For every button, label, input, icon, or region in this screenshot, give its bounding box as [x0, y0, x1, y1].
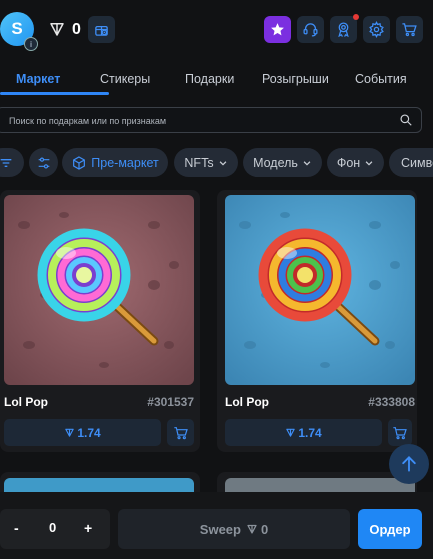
cart-icon: [402, 23, 417, 37]
filter-bar: Пре-маркет NFTs Модель Фон Симво: [0, 148, 433, 178]
search-input[interactable]: [7, 108, 391, 134]
scroll-to-top-button[interactable]: [389, 444, 429, 484]
gift-name: Lol Pop: [225, 395, 269, 409]
main-tabs: Маркет Стикеры Подарки Розыгрыши События: [0, 62, 433, 96]
price-value: 1.74: [298, 425, 322, 440]
model-filter[interactable]: Модель: [243, 148, 322, 177]
ton-icon: [65, 428, 75, 437]
buy-button[interactable]: 1.74: [225, 419, 382, 446]
quantity-value: 0: [49, 520, 57, 535]
sweep-label: Sweep: [199, 521, 241, 537]
bottom-bar: - 0 + Sweep 0 Ордер: [0, 492, 433, 559]
gift-icon: [95, 26, 108, 36]
lollipop-image: [4, 195, 194, 385]
filter-icon: [0, 158, 12, 167]
gift-card[interactable]: Lol Pop #301537 1.74: [0, 190, 200, 452]
gift-image: [225, 195, 415, 385]
chevron-down-icon: [219, 160, 226, 166]
nfts-label: NFTs: [184, 155, 214, 170]
buy-button[interactable]: 1.74: [4, 419, 161, 446]
price-value: 1.74: [77, 425, 101, 440]
sweep-amount: 0: [260, 521, 269, 537]
quantity-stepper: - 0 +: [0, 509, 110, 549]
chevron-down-icon: [303, 160, 311, 166]
search-bar: [0, 107, 422, 134]
symbol-filter[interactable]: Симво: [389, 148, 433, 177]
balance-value: 0: [72, 21, 81, 38]
model-label: Модель: [253, 155, 298, 170]
gift-button[interactable]: [88, 16, 115, 43]
gift-name: Lol Pop: [4, 395, 48, 409]
chevron-down-icon: [365, 160, 373, 166]
background-label: Фон: [336, 155, 361, 170]
order-button[interactable]: Ордер: [358, 509, 422, 549]
add-to-cart-button[interactable]: [167, 419, 194, 446]
headset-icon: [303, 23, 318, 37]
sort-button[interactable]: [0, 148, 24, 177]
background-filter[interactable]: Фон: [327, 148, 384, 177]
active-tab-indicator: [0, 92, 109, 95]
symbol-label: Симво: [401, 155, 433, 170]
cart-button[interactable]: [396, 16, 423, 43]
search-icon[interactable]: [399, 113, 413, 127]
arrow-up-icon: [402, 456, 416, 472]
sweep-button[interactable]: Sweep 0: [118, 509, 350, 549]
ton-icon: [50, 23, 64, 36]
header: S i 0: [0, 0, 433, 60]
cube-icon: [73, 155, 86, 170]
support-button[interactable]: [297, 16, 324, 43]
premarket-label: Пре-маркет: [91, 155, 159, 170]
tab-events[interactable]: События: [355, 72, 407, 86]
sliders-icon: [38, 157, 49, 168]
settings-button[interactable]: [363, 16, 390, 43]
cart-icon: [393, 426, 407, 439]
star-icon: [271, 23, 284, 36]
add-to-cart-button[interactable]: [388, 419, 412, 446]
cart-icon: [173, 426, 188, 439]
tab-market[interactable]: Маркет: [16, 72, 60, 86]
increment-button[interactable]: +: [84, 520, 92, 536]
notification-dot: [353, 14, 359, 20]
gift-image: [4, 195, 194, 385]
ton-icon: [286, 428, 296, 437]
rewards-button[interactable]: [330, 14, 359, 43]
award-icon: [338, 22, 349, 38]
tab-gifts[interactable]: Подарки: [185, 72, 234, 86]
premarket-filter[interactable]: Пре-маркет: [62, 148, 168, 177]
gear-icon: [369, 21, 384, 38]
premium-button[interactable]: [264, 16, 291, 43]
lollipop-image: [225, 195, 415, 385]
info-icon: i: [24, 37, 38, 51]
gift-number: #333808: [368, 395, 415, 409]
order-label: Ордер: [369, 521, 411, 537]
gift-card[interactable]: Lol Pop #333808 1.74: [217, 190, 417, 452]
decrement-button[interactable]: -: [14, 520, 19, 536]
ton-icon: [247, 524, 257, 534]
gift-number: #301537: [147, 395, 194, 409]
tab-stickers[interactable]: Стикеры: [100, 72, 150, 86]
tab-giveaways[interactable]: Розыгрыши: [262, 72, 329, 86]
avatar-letter: S: [11, 19, 23, 38]
filters-button[interactable]: [29, 148, 58, 177]
nfts-filter[interactable]: NFTs: [174, 148, 238, 177]
